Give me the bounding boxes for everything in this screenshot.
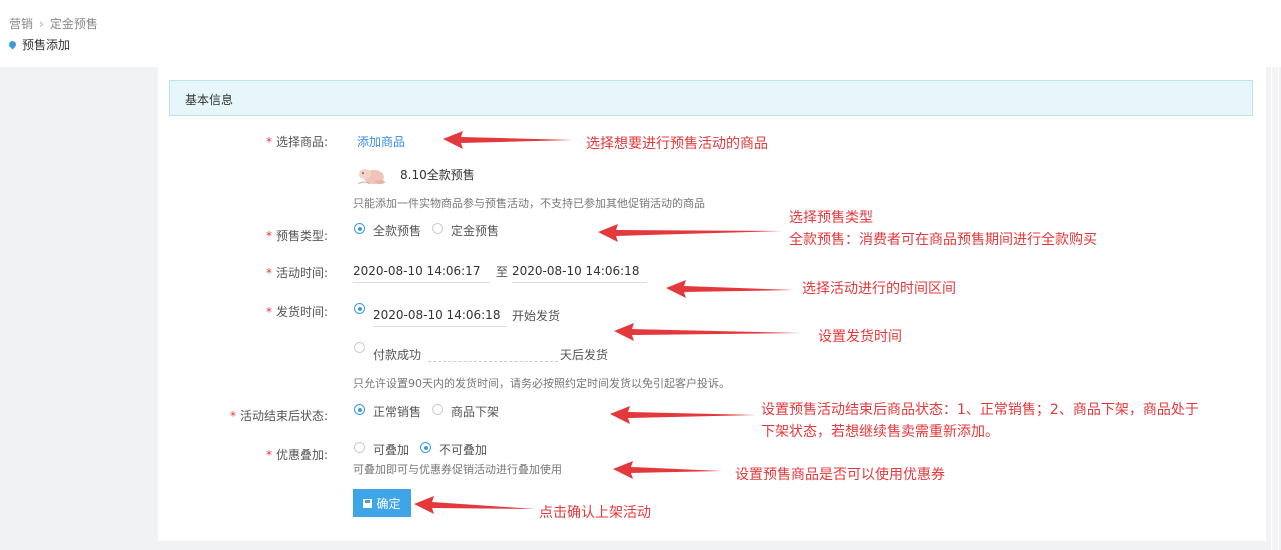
annotation-1: 选择想要进行预售活动的商品 [586,136,768,152]
annotation-4: 设置发货时间 [818,329,902,345]
annotation-arrow-4 [614,323,801,341]
annotation-arrow-2 [598,224,782,242]
annotation-2a: 选择预售类型 [789,210,873,226]
annotation-arrow-5 [610,406,757,424]
annotation-arrow-6 [613,461,722,479]
annotation-arrow-1 [443,131,573,149]
annotation-7: 点击确认上架活动 [539,505,651,521]
annotation-arrows [414,131,801,514]
annotation-arrow-3 [666,280,794,298]
annotation-5a: 设置预售活动结束后商品状态：1、正常销售；2、商品下架，商品处于 [761,402,1199,418]
annotation-2b: 全款预售：消费者可在商品预售期间进行全款购买 [789,232,1097,248]
annotation-5b: 下架状态，若想继续售卖需重新添加。 [761,424,999,440]
annotation-3: 选择活动进行的时间区间 [802,281,956,297]
annotation-6: 设置预售商品是否可以使用优惠券 [735,467,945,483]
annotation-arrow-7 [414,496,535,514]
